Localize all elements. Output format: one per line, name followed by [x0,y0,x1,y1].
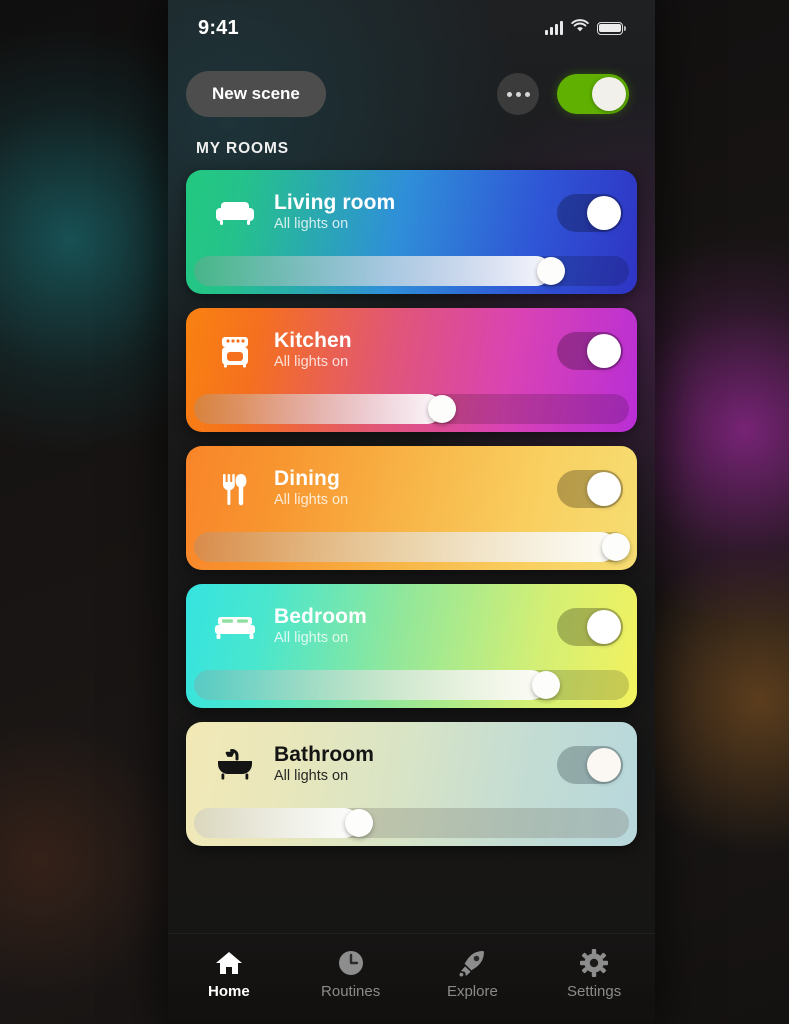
tab-explore[interactable]: Explore [412,934,534,1024]
status-bar: 9:41 [168,0,655,56]
room-name: Living room [274,190,396,214]
rocket-icon [458,948,486,978]
room-status: All lights on [274,630,349,647]
brightness-slider[interactable] [194,670,629,700]
wifi-icon [571,18,589,38]
room-name: Bedroom [274,604,367,628]
home-icon [215,948,243,978]
brightness-slider-fill [194,256,551,286]
sofa-icon [208,198,262,228]
tab-routines[interactable]: Routines [290,934,412,1024]
room-card-header: Bedroom All lights on [186,584,637,670]
tab-home[interactable]: Home [168,934,290,1024]
brightness-slider-knob[interactable] [532,671,561,699]
battery-icon [597,21,626,35]
brightness-slider[interactable] [194,532,630,562]
bathtub-icon [208,747,262,783]
room-status: All lights on [274,216,349,233]
brightness-slider[interactable] [194,394,629,424]
tab-label-routines: Routines [321,983,381,1000]
room-toggle-knob [587,334,621,368]
room-card-text: Dining All lights on [262,467,557,511]
brightness-slider[interactable] [194,256,629,286]
brightness-slider-knob[interactable] [536,257,565,285]
tab-settings[interactable]: Settings [533,934,655,1024]
brightness-slider-knob[interactable] [601,533,630,561]
room-power-toggle[interactable] [557,332,623,370]
brightness-slider[interactable] [194,808,629,838]
room-name: Dining [274,466,340,490]
status-bar-clock: 9:41 [198,16,239,39]
room-card-bathroom[interactable]: Bathroom All lights on [186,722,637,846]
room-name: Bathroom [274,742,374,766]
room-card-text: Bathroom All lights on [262,743,557,787]
room-card-living-room[interactable]: Living room All lights on [186,170,637,294]
signal-bars-icon [545,21,563,35]
more-options-icon[interactable] [497,73,539,115]
room-toggle-knob [587,610,621,644]
room-card-header: Dining All lights on [186,446,637,532]
room-name: Kitchen [274,328,352,352]
room-card-text: Kitchen All lights on [262,329,557,373]
status-bar-icons [545,18,626,38]
room-card-text: Living room All lights on [262,191,557,235]
room-power-toggle[interactable] [557,194,623,232]
phone-screen: 9:41 New scene MY ROOMS Living room All … [168,0,655,1024]
clock-icon [337,948,365,978]
room-power-toggle[interactable] [557,608,623,646]
master-toggle-knob [592,77,626,111]
brightness-slider-fill [194,670,547,700]
room-toggle-knob [587,196,621,230]
room-card-header: Living room All lights on [186,170,637,256]
tab-label-home: Home [208,983,250,1000]
room-card-bedroom[interactable]: Bedroom All lights on [186,584,637,708]
room-power-toggle[interactable] [557,470,623,508]
bed-icon [208,613,262,641]
my-rooms-heading: MY ROOMS [196,140,290,157]
room-card-header: Kitchen All lights on [186,308,637,394]
room-card-text: Bedroom All lights on [262,605,557,649]
gear-icon [580,948,609,978]
master-power-toggle[interactable] [557,74,629,114]
room-toggle-knob [587,748,621,782]
room-card-header: Bathroom All lights on [186,722,637,808]
brightness-slider-fill [194,808,360,838]
brightness-slider-fill [194,532,616,562]
cutlery-icon [208,472,262,506]
stove-icon [208,334,262,368]
room-status: All lights on [274,354,349,371]
brightness-slider-fill [194,394,442,424]
room-toggle-knob [587,472,621,506]
new-scene-button[interactable]: New scene [186,71,326,117]
room-card-dining[interactable]: Dining All lights on [186,446,637,570]
header-actions [497,73,629,115]
bottom-tab-bar: Home Routines Explore Settings [168,933,655,1024]
room-card-list: Living room All lights on Kitchen All li… [168,170,655,846]
room-card-kitchen[interactable]: Kitchen All lights on [186,308,637,432]
room-power-toggle[interactable] [557,746,623,784]
tab-label-settings: Settings [567,983,622,1000]
room-status: All lights on [274,768,349,785]
brightness-slider-knob[interactable] [345,809,374,837]
brightness-slider-knob[interactable] [427,395,456,423]
tab-label-explore: Explore [446,983,498,1000]
room-status: All lights on [274,492,349,509]
app-header: New scene [168,56,655,132]
